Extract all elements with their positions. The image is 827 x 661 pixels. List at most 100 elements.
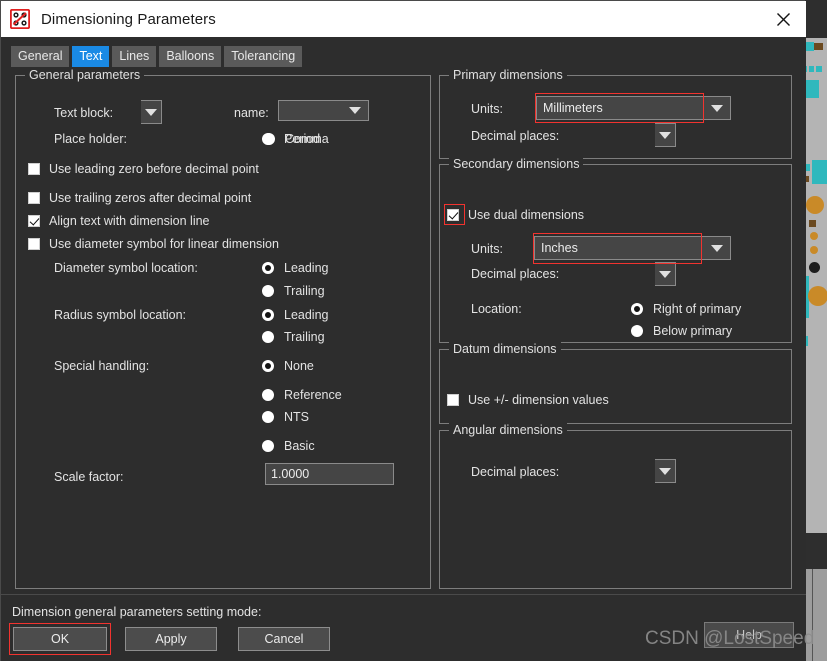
text-block-decrement-button[interactable]: [141, 100, 162, 124]
bg-mid-strip: [805, 533, 827, 569]
checkbox-indicator: [447, 394, 459, 406]
dimension-dice-icon: [9, 8, 31, 30]
angular-decimal-decrement-button[interactable]: [655, 459, 676, 483]
radio-indicator: [262, 331, 274, 343]
group-secondary-dimensions-title: Secondary dimensions: [449, 157, 584, 171]
radio-diameter-leading[interactable]: Leading: [262, 261, 329, 275]
radio-special-nts[interactable]: NTS: [262, 410, 309, 424]
radio-label: Reference: [284, 388, 342, 402]
primary-decimal-decrement-button[interactable]: [655, 123, 676, 147]
radio-indicator: [262, 440, 274, 452]
radio-label: Trailing: [284, 284, 325, 298]
secondary-location-label: Location:: [471, 302, 522, 316]
scale-factor-input[interactable]: 1.0000: [265, 463, 394, 485]
radio-label: NTS: [284, 410, 309, 424]
checkbox-indicator: [28, 192, 40, 204]
radio-label: Below primary: [653, 324, 733, 338]
special-handling-label: Special handling:: [54, 359, 150, 373]
checkbox-use-plus-minus-dimension-values[interactable]: Use +/- dimension values: [447, 393, 609, 407]
radio-location-right-of-primary[interactable]: Right of primary: [631, 302, 741, 316]
radius-symbol-location-label: Radius symbol location:: [54, 308, 187, 322]
close-icon[interactable]: [760, 1, 806, 37]
radio-label: Right of primary: [653, 302, 742, 316]
radio-indicator: [262, 262, 274, 274]
scale-factor-label: Scale factor:: [54, 470, 124, 484]
watermark: CSDN @LostSpeed: [645, 628, 815, 649]
tab-text[interactable]: Text: [72, 46, 110, 67]
radio-special-none[interactable]: None: [262, 359, 314, 373]
group-general-parameters: General parameters: [15, 68, 431, 589]
bg-top-strip: [805, 0, 827, 38]
checkbox-use-dual-dimensions[interactable]: Use dual dimensions: [447, 208, 584, 222]
cancel-button[interactable]: Cancel: [238, 627, 330, 651]
checkbox-label: Align text with dimension line: [49, 214, 210, 228]
radio-special-reference[interactable]: Reference: [262, 388, 342, 402]
chevron-down-icon: [704, 104, 730, 112]
primary-decimal-places-stepper[interactable]: 1: [655, 123, 676, 147]
secondary-decimal-decrement-button[interactable]: [655, 262, 676, 286]
group-primary-dimensions-title: Primary dimensions: [449, 68, 567, 82]
checkbox-use-trailing-zeros[interactable]: Use trailing zeros after decimal point: [28, 191, 251, 205]
checkbox-indicator: [28, 215, 40, 227]
group-general-parameters-title: General parameters: [25, 68, 145, 82]
chevron-down-icon: [704, 244, 730, 252]
radio-place-holder-comma-real[interactable]: Comma: [263, 132, 329, 146]
footer-mode-label: Dimension general parameters setting mod…: [12, 605, 262, 619]
radio-label: None: [284, 359, 314, 373]
radio-diameter-trailing[interactable]: Trailing: [262, 284, 325, 298]
checkbox-indicator: [447, 209, 459, 221]
checkbox-use-leading-zero[interactable]: Use leading zero before decimal point: [28, 162, 259, 176]
tab-general[interactable]: General: [11, 46, 70, 67]
radio-label: Trailing: [284, 330, 325, 344]
name-combobox[interactable]: [278, 100, 369, 121]
checkbox-indicator: [28, 163, 40, 175]
checkbox-align-text-with-dimension-line[interactable]: Align text with dimension line: [28, 214, 210, 228]
radio-indicator: [262, 285, 274, 297]
text-block-stepper[interactable]: 9: [141, 100, 162, 124]
dialog-body: General parameters Text block: 9 name: P…: [1, 67, 806, 594]
tab-balloons[interactable]: Balloons: [159, 46, 222, 67]
radio-indicator: [262, 309, 274, 321]
diameter-symbol-location-label: Diameter symbol location:: [54, 261, 198, 275]
radio-label: Leading: [284, 261, 329, 275]
radio-label: Leading: [284, 308, 329, 322]
primary-units-combobox[interactable]: Millimeters: [536, 96, 731, 120]
screen: Dimensioning Parameters General Text Lin…: [0, 0, 827, 661]
group-datum-dimensions: Datum dimensions: [439, 342, 792, 424]
dimensioning-parameters-dialog: Dimensioning Parameters General Text Lin…: [0, 0, 806, 661]
primary-units-label: Units:: [471, 102, 503, 116]
text-block-label: Text block:: [54, 106, 114, 120]
secondary-units-value: Inches: [541, 241, 578, 255]
radio-indicator: [263, 133, 275, 145]
checkbox-label: Use dual dimensions: [468, 208, 585, 222]
ok-button[interactable]: OK: [13, 627, 107, 651]
radio-special-basic[interactable]: Basic: [262, 439, 315, 453]
radio-indicator: [631, 325, 643, 337]
group-datum-dimensions-title: Datum dimensions: [449, 342, 561, 356]
dialog-title: Dimensioning Parameters: [41, 10, 216, 28]
tab-lines[interactable]: Lines: [112, 46, 157, 67]
name-label: name:: [234, 106, 269, 120]
tab-bar: General Text Lines Balloons Tolerancing: [1, 37, 806, 67]
radio-label: Comma: [285, 132, 329, 146]
radio-radius-trailing[interactable]: Trailing: [262, 330, 325, 344]
radio-indicator: [631, 303, 643, 315]
triangle-down-icon: [659, 270, 671, 278]
angular-decimal-places-label: Decimal places:: [471, 465, 560, 479]
radio-indicator: [262, 360, 274, 372]
checkbox-indicator: [28, 238, 40, 250]
secondary-decimal-places-stepper[interactable]: 2: [655, 262, 676, 286]
tab-tolerancing[interactable]: Tolerancing: [224, 46, 303, 67]
checkbox-use-diameter-symbol[interactable]: Use diameter symbol for linear dimension: [28, 237, 279, 251]
radio-indicator: [262, 411, 274, 423]
group-angular-dimensions: Angular dimensions: [439, 423, 792, 589]
angular-decimal-places-stepper[interactable]: 1: [655, 459, 676, 483]
chevron-down-icon: [342, 107, 368, 114]
place-holder-label: Place holder:: [54, 132, 127, 146]
radio-indicator: [262, 389, 274, 401]
radio-location-below-primary[interactable]: Below primary: [631, 324, 732, 338]
secondary-units-combobox[interactable]: Inches: [534, 236, 731, 260]
secondary-decimal-places-label: Decimal places:: [471, 267, 560, 281]
apply-button[interactable]: Apply: [125, 627, 217, 651]
radio-radius-leading[interactable]: Leading: [262, 308, 329, 322]
